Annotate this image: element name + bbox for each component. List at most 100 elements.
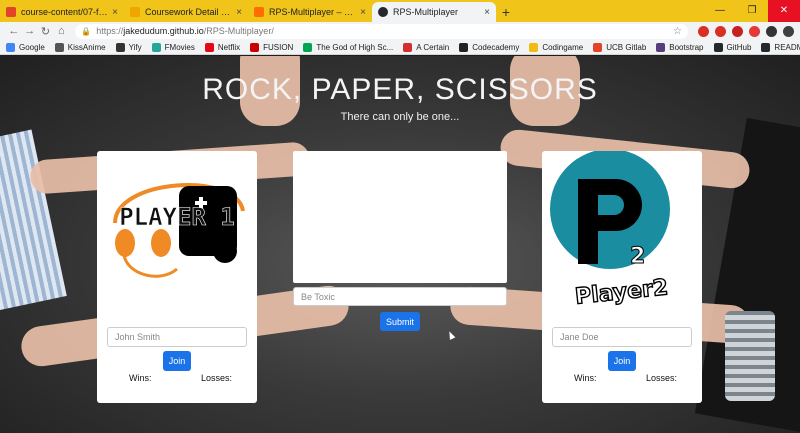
extension-icon[interactable] — [783, 25, 795, 37]
bookmark-favicon-icon — [403, 42, 413, 52]
tab-title: course-content/07-firebase/hom — [21, 7, 109, 17]
browser-tab[interactable]: course-content/07-firebase/hom × — [0, 2, 124, 22]
close-window-button[interactable]: ✕ — [768, 0, 800, 22]
bookmark-favicon-icon — [151, 42, 161, 52]
maximize-button[interactable]: ❐ — [736, 0, 768, 22]
close-tab-icon[interactable]: × — [112, 7, 118, 18]
bookmark-item[interactable]: Yify — [115, 42, 142, 52]
bookmark-label: FMovies — [164, 42, 195, 52]
extension-icon[interactable] — [715, 25, 727, 37]
bookmark-favicon-icon — [204, 42, 214, 52]
player2-logo: 2 Player2 — [550, 151, 670, 311]
page-subtitle: There can only be one... — [340, 111, 460, 123]
player2-name-input[interactable] — [552, 327, 692, 347]
bookmark-label: Yify — [128, 42, 142, 52]
tab-strip: course-content/07-firebase/hom × Coursew… — [0, 0, 800, 22]
player1-name-input[interactable] — [107, 327, 247, 347]
chat-log — [293, 151, 507, 283]
player2-logo-text: Player2 — [574, 275, 669, 310]
tab-title: RPS-Multiplayer – Database – Fi — [269, 7, 356, 17]
bookmark-star-icon[interactable]: ☆ — [673, 26, 682, 37]
player2-join-button[interactable]: Join — [608, 351, 636, 371]
player1-losses-label: Losses: — [201, 373, 233, 383]
bookmark-favicon-icon — [54, 42, 64, 52]
bookmark-label: Codingame — [542, 42, 584, 52]
bookmark-item[interactable]: The God of High Sc... — [303, 42, 394, 52]
back-button[interactable]: ← — [6, 25, 22, 37]
watch-icon — [725, 311, 775, 401]
bookmark-label: A Certain — [416, 42, 450, 52]
bookmark-label: Codecademy — [472, 42, 520, 52]
chat-message-input[interactable] — [293, 287, 507, 306]
bookmarks-bar: Google KissAnime Yify FMovies Netflix FUSION T… — [0, 40, 800, 55]
lock-icon: 🔒 — [81, 26, 92, 36]
bootcamp-icon — [130, 7, 140, 17]
bookmark-label: Netflix — [217, 42, 241, 52]
extension-icon[interactable] — [749, 25, 761, 37]
bookmark-favicon-icon — [713, 42, 723, 52]
bookmark-item[interactable]: Codingame — [529, 42, 584, 52]
extension-icon[interactable] — [732, 25, 744, 37]
player1-join-button[interactable]: Join — [163, 351, 191, 371]
extension-icon[interactable] — [698, 25, 710, 37]
firebase-icon — [254, 7, 264, 17]
bookmark-label: Bootstrap — [669, 42, 704, 52]
bookmark-item[interactable]: Bootstrap — [656, 42, 704, 52]
url-text: https://jakedudum.github.io/RPS-Multipla… — [96, 26, 274, 36]
chat-submit-button[interactable]: Submit — [380, 312, 420, 331]
bookmark-label: The God of High Sc... — [316, 42, 394, 52]
bookmark-label: UCB Gitlab — [606, 42, 647, 52]
extension-icon[interactable] — [766, 25, 778, 37]
left-sleeve — [0, 129, 67, 313]
browser-toolbar: ← → ↻ ⌂ 🔒 https://jakedudum.github.io/RP… — [0, 22, 800, 40]
bookmark-item[interactable]: A Certain — [403, 42, 450, 52]
player1-card: PLAYER 1 Join Wins: Losses: — [97, 151, 257, 403]
close-tab-icon[interactable]: × — [236, 7, 242, 18]
tab-title: RPS-Multiplayer — [393, 7, 459, 17]
bookmark-favicon-icon — [459, 42, 469, 52]
bookmark-item[interactable]: FMovies — [151, 42, 195, 52]
page-title: ROCK, PAPER, SCISSORS — [202, 73, 598, 106]
player1-logo-text: PLAYER 1 — [119, 203, 235, 231]
tab-title: Coursework Detail | Bootcamp S — [145, 7, 232, 17]
close-tab-icon[interactable]: × — [360, 7, 366, 18]
player2-wins-label: Wins: — [574, 373, 597, 383]
bookmark-item[interactable]: Netflix — [204, 42, 241, 52]
player2-card: 2 Player2 Join Wins: Losses: — [542, 151, 702, 403]
bookmark-item[interactable]: Codecademy — [459, 42, 520, 52]
bookmark-item[interactable]: FUSION — [250, 42, 294, 52]
bookmark-item[interactable]: README — [761, 42, 800, 52]
bookmark-favicon-icon — [250, 42, 260, 52]
minimize-button[interactable]: — — [704, 0, 736, 22]
bookmark-favicon-icon — [656, 42, 666, 52]
bookmark-item[interactable]: UCB Gitlab — [593, 42, 647, 52]
new-tab-button[interactable]: + — [496, 2, 516, 22]
github-icon — [378, 7, 388, 17]
player2-losses-label: Losses: — [646, 373, 678, 383]
bookmark-label: FUSION — [263, 42, 294, 52]
bookmark-item[interactable]: Google — [6, 42, 45, 52]
bookmark-favicon-icon — [303, 42, 313, 52]
forward-button[interactable]: → — [22, 25, 38, 37]
mouse-cursor-icon — [446, 330, 456, 340]
bookmark-label: Google — [19, 42, 45, 52]
page-background: ROCK, PAPER, SCISSORS There can only be … — [0, 56, 800, 433]
bookmark-label: GitHub — [726, 42, 752, 52]
browser-tab-active[interactable]: RPS-Multiplayer × — [372, 2, 496, 22]
browser-tab[interactable]: RPS-Multiplayer – Database – Fi × — [248, 2, 372, 22]
gitlab-icon — [6, 7, 16, 17]
svg-text:2: 2 — [630, 244, 645, 269]
reload-button[interactable]: ↻ — [38, 25, 54, 38]
home-button[interactable]: ⌂ — [53, 25, 69, 37]
browser-tab[interactable]: Coursework Detail | Bootcamp S × — [124, 2, 248, 22]
close-tab-icon[interactable]: × — [484, 7, 490, 18]
bookmark-favicon-icon — [6, 42, 15, 52]
bookmark-favicon-icon — [115, 42, 125, 52]
bookmark-favicon-icon — [761, 42, 771, 52]
bookmark-label: KissAnime — [67, 42, 106, 52]
bookmark-favicon-icon — [593, 42, 603, 52]
bookmark-item[interactable]: KissAnime — [54, 42, 106, 52]
window-controls: — ❐ ✕ — [704, 0, 800, 22]
address-bar[interactable]: 🔒 https://jakedudum.github.io/RPS-Multip… — [75, 23, 689, 39]
bookmark-item[interactable]: GitHub — [713, 42, 752, 52]
